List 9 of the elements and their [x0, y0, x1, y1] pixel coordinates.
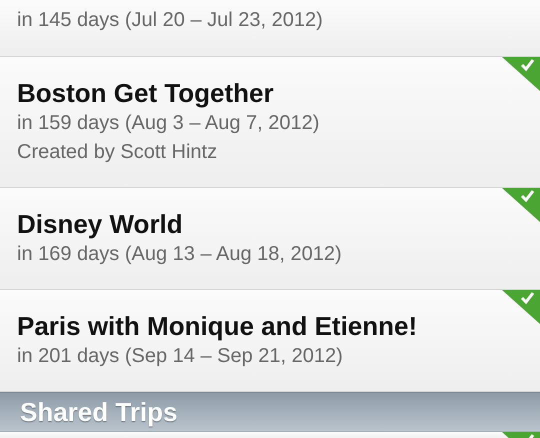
trip-dates: in 145 days (Jul 20 – Jul 23, 2012)	[17, 8, 324, 33]
trip-dates: in 169 days (Aug 13 – Aug 18, 2012)	[17, 242, 343, 267]
trip-title: Boston Get Together	[17, 77, 275, 109]
trip-title: Paris with Monique and Etienne!	[17, 310, 418, 342]
trip-creator: Created by Scott Hintz	[17, 140, 218, 165]
trip-dates: in 159 days (Aug 3 – Aug 7, 2012)	[17, 111, 320, 136]
trip-title: Disney World	[17, 208, 184, 240]
section-header: Shared Trips	[0, 392, 540, 432]
trip-dates: in 201 days (Sep 14 – Sep 21, 2012)	[17, 344, 344, 369]
